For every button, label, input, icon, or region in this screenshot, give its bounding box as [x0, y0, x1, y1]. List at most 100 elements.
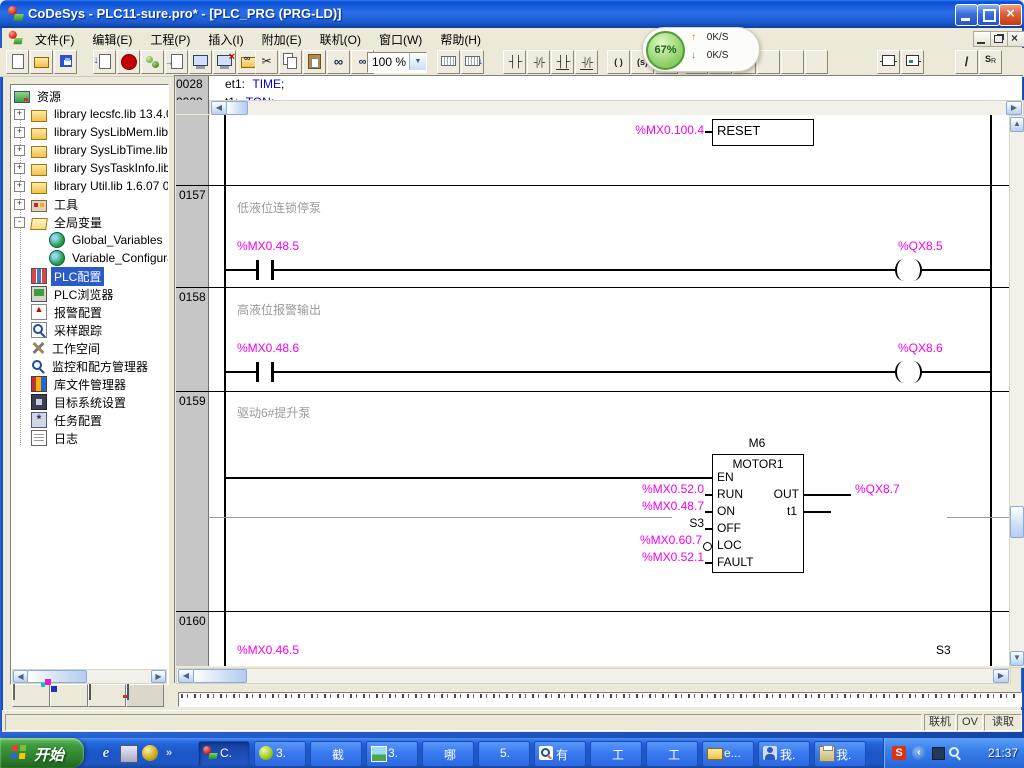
- quicklaunch-ie-icon[interactable]: e: [98, 745, 114, 761]
- tree-expand-box[interactable]: +: [14, 199, 25, 210]
- reset-box-operand[interactable]: %MX0.100.4: [616, 123, 704, 137]
- function-block-button[interactable]: [877, 50, 900, 74]
- scroll-left-icon[interactable]: ◀: [211, 101, 227, 115]
- tree-item[interactable]: 任务配置: [11, 411, 168, 429]
- resources-tab[interactable]: [126, 684, 164, 707]
- negation-circle[interactable]: [703, 542, 712, 551]
- network-comment[interactable]: 驱动6#提升泵: [237, 404, 310, 421]
- fb-box[interactable]: MOTOR1 EN RUN ON OFF LOC FAULT OUT t1: [712, 454, 804, 573]
- reset-box[interactable]: RESET: [712, 119, 814, 146]
- copy-button[interactable]: [279, 50, 302, 74]
- fb-input-operand[interactable]: %MX0.48.7: [616, 499, 704, 513]
- contact-bar[interactable]: [256, 362, 259, 382]
- contact-bar[interactable]: [256, 260, 259, 280]
- coil-button[interactable]: [607, 50, 630, 74]
- hscroll-thumb[interactable]: [193, 669, 247, 683]
- message-pane[interactable]: [178, 692, 1022, 707]
- tree-item[interactable]: 报警配置: [11, 303, 168, 321]
- mdi-close-button[interactable]: [1007, 31, 1024, 47]
- tree-item[interactable]: 工作空间: [11, 339, 168, 357]
- save-button[interactable]: [54, 50, 77, 74]
- logout-button[interactable]: [213, 50, 236, 74]
- tree-item[interactable]: 目标系统设置: [11, 393, 168, 411]
- quicklaunch-chevron[interactable]: »: [166, 747, 172, 759]
- scroll-down-icon[interactable]: ▼: [1010, 651, 1024, 666]
- login-button[interactable]: [189, 50, 212, 74]
- tree-item[interactable]: 采样跟踪: [11, 321, 168, 339]
- pou-tab[interactable]: [12, 684, 50, 707]
- sr-flipflop-button[interactable]: [979, 50, 1002, 74]
- network-comment[interactable]: 低液位连锁停泵: [237, 199, 321, 216]
- tree-expand-box[interactable]: +: [14, 145, 25, 156]
- chevron-down-icon[interactable]: ▼: [409, 53, 426, 70]
- menu-item[interactable]: 帮助(H): [431, 28, 490, 48]
- task-search-you[interactable]: 有: [534, 741, 586, 767]
- tree-item[interactable]: Global_Variables: [11, 231, 168, 249]
- network-comment[interactable]: 高液位报警输出: [237, 301, 321, 318]
- paste-button[interactable]: [303, 50, 326, 74]
- menu-item[interactable]: 附加(E): [253, 28, 311, 48]
- zoom-combobox[interactable]: 100 % ▼: [367, 52, 427, 73]
- tray-magnifier-icon[interactable]: [948, 746, 962, 760]
- tree-item[interactable]: 监控和配方管理器: [11, 357, 168, 375]
- network-after-button[interactable]: [461, 50, 484, 74]
- tree-item[interactable]: - 全局变量: [11, 213, 168, 231]
- fb-input-operand[interactable]: %MX0.52.1: [616, 550, 704, 564]
- task-person-wo[interactable]: 我.: [758, 741, 810, 767]
- decl-hscroll-thumb[interactable]: [226, 101, 248, 115]
- decl-hscrollbar[interactable]: ◀ ▶: [209, 100, 1024, 116]
- tree-expand-box[interactable]: +: [14, 109, 25, 120]
- new-file-button[interactable]: [6, 50, 29, 74]
- quicklaunch-ball-icon[interactable]: [142, 745, 158, 761]
- contact-button[interactable]: [503, 50, 526, 74]
- fb-output-operand[interactable]: %QX8.7: [855, 482, 900, 496]
- coil-operand[interactable]: %QX8.5: [898, 239, 943, 253]
- coil-left-arc[interactable]: [895, 361, 906, 383]
- contact-operand[interactable]: %MX0.48.6: [237, 341, 299, 355]
- task-ie-5[interactable]: 5.: [478, 741, 530, 767]
- scroll-left-icon[interactable]: ◀: [178, 669, 194, 683]
- task-ie-gong-1[interactable]: 工: [590, 741, 642, 767]
- vscroll-thumb[interactable]: [1010, 506, 1024, 538]
- maximize-button[interactable]: [977, 4, 1000, 26]
- coil-operand[interactable]: %QX8.6: [898, 341, 943, 355]
- mdi-restore-button[interactable]: [990, 31, 1008, 47]
- tree-item[interactable]: + library SysLibTime.lib 1: [11, 141, 168, 159]
- declaration-text[interactable]: et1: TIME;: [225, 77, 284, 91]
- tree-hscrollbar[interactable]: ◀ ▶: [12, 669, 167, 684]
- menu-item[interactable]: 联机(O): [311, 28, 370, 48]
- tree-hscroll-thumb[interactable]: [27, 670, 87, 683]
- tray-app-icon[interactable]: [932, 747, 945, 760]
- tree-item[interactable]: 资源: [11, 87, 168, 105]
- tree-item[interactable]: + library SysLibMem.lib 1: [11, 123, 168, 141]
- task-ball-3[interactable]: 3.: [254, 741, 306, 767]
- tree-expand-box[interactable]: +: [14, 181, 25, 192]
- mdi-minimize-button[interactable]: [973, 31, 991, 47]
- visualizations-tab[interactable]: [88, 684, 126, 707]
- tree-item[interactable]: + 工具: [11, 195, 168, 213]
- step-in-button[interactable]: [165, 50, 188, 74]
- ladder-hscrollbar[interactable]: ◀ ▶: [176, 668, 1011, 684]
- scroll-left-icon[interactable]: ◀: [13, 670, 28, 683]
- title-bar[interactable]: CoDeSys - PLC11-sure.pro* - [PLC_PRG (PR…: [0, 0, 1024, 28]
- fb-input-operand[interactable]: %MX0.60.7: [614, 533, 702, 547]
- tree-item[interactable]: + library Util.lib 1.6.07 09: [11, 177, 168, 195]
- fb-instance-name[interactable]: M6: [712, 436, 802, 450]
- task-codesys[interactable]: C.: [198, 741, 250, 767]
- scroll-right-icon[interactable]: ▶: [1006, 101, 1022, 115]
- hidden-button-5[interactable]: [781, 50, 804, 74]
- quicklaunch-desktop-icon[interactable]: [120, 745, 138, 763]
- tray-arrow-circle-icon[interactable]: ‹: [912, 746, 926, 760]
- tree-item[interactable]: PLC配置: [11, 267, 168, 285]
- parallel-negated-contact-button[interactable]: [575, 50, 598, 74]
- download-button[interactable]: [93, 50, 116, 74]
- hidden-button-4[interactable]: [757, 50, 780, 74]
- stop-button[interactable]: [117, 50, 140, 74]
- tray-s-icon[interactable]: S: [892, 746, 906, 760]
- task-picture-3[interactable]: 3.: [366, 741, 418, 767]
- tree-item[interactable]: 库文件管理器: [11, 375, 168, 393]
- open-file-button[interactable]: [30, 50, 53, 74]
- fb-input-operand[interactable]: %MX0.52.0: [616, 482, 704, 496]
- task-ie-jie[interactable]: 截: [310, 741, 362, 767]
- function-block-en-button[interactable]: [901, 50, 924, 74]
